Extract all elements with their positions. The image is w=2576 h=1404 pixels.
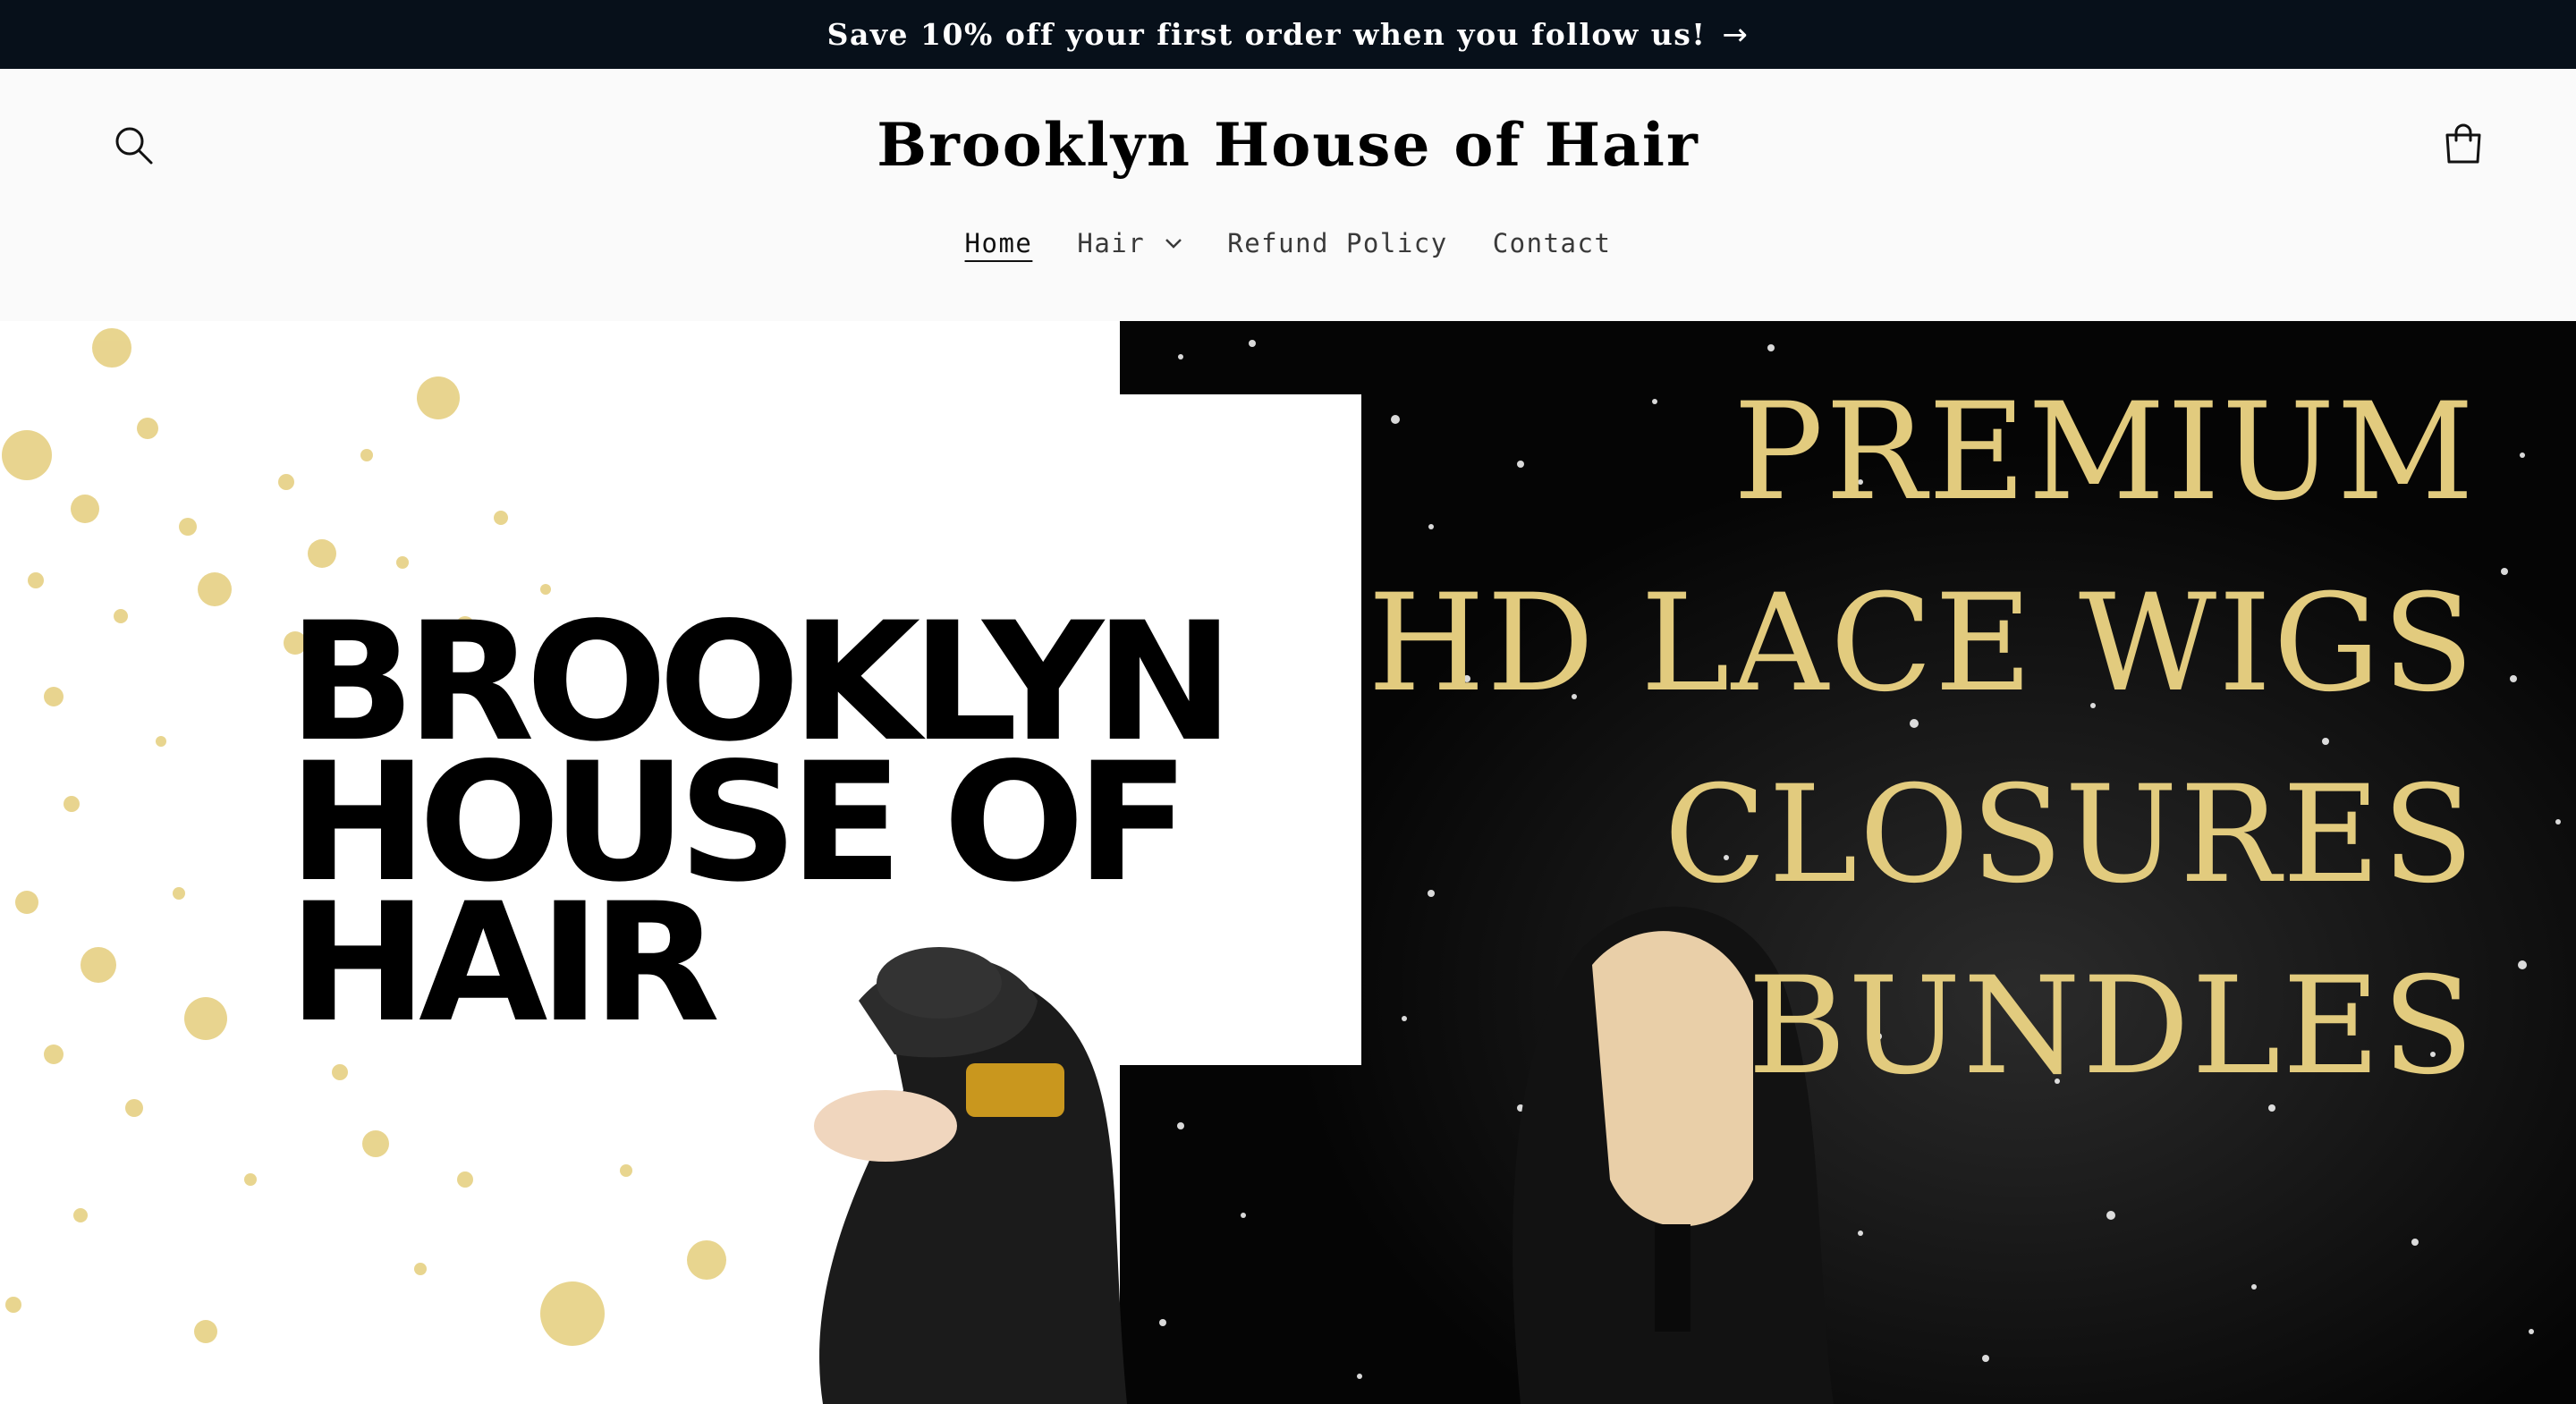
site-header: Brooklyn House of Hair Home Hair Refund …	[0, 69, 2576, 321]
hero-line-closures: CLOSURES	[1664, 757, 2476, 913]
arrow-right-icon: →	[1722, 16, 1750, 53]
hero-line-premium: PREMIUM	[1733, 375, 2476, 530]
nav-item-label: Contact	[1492, 228, 1612, 258]
hero-right-text: PREMIUM HD LACE WIGS CLOSURES BUNDLES	[1313, 357, 2476, 1122]
hero-line-bundles: BUNDLES	[1747, 949, 2476, 1104]
nav-item-label: Refund Policy	[1227, 228, 1448, 258]
announcement-text[interactable]: Save 10% off your first order when you f…	[827, 17, 1707, 52]
announcement-bar[interactable]: Save 10% off your first order when you f…	[0, 0, 2576, 69]
nav-item-contact[interactable]: Contact	[1493, 224, 1612, 262]
chevron-down-icon	[1165, 239, 1182, 249]
cart-button[interactable]	[2435, 115, 2492, 173]
main-nav: Home Hair Refund Policy Contact	[0, 224, 2576, 262]
nav-item-home[interactable]: Home	[965, 224, 1033, 262]
nav-item-label: Home	[964, 228, 1033, 258]
hero-left-title: BROOKLYN HOUSE OF HAIR	[288, 588, 1234, 1059]
nav-item-label: Hair	[1077, 228, 1146, 258]
nav-item-refund-policy[interactable]: Refund Policy	[1227, 224, 1447, 262]
cart-icon	[2445, 123, 2481, 164]
hero-line-hd-lace-wigs: HD LACE WIGS	[1368, 566, 2476, 722]
site-logo[interactable]: Brooklyn House of Hair	[0, 110, 2576, 180]
hero-banner[interactable]: BROOKLYN HOUSE OF HAIR PREMIUM HD LACE W…	[0, 321, 2576, 1404]
nav-item-hair[interactable]: Hair	[1077, 224, 1182, 262]
